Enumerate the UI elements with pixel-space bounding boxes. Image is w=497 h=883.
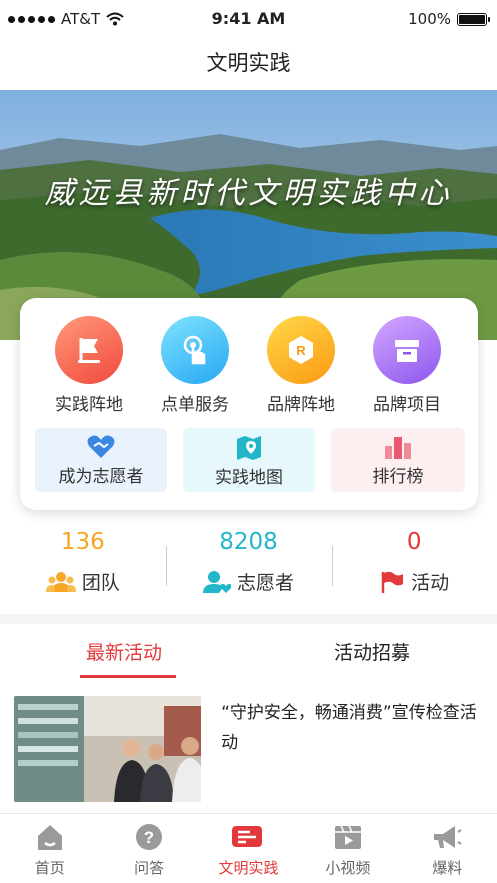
become-volunteer-button[interactable]: 成为志愿者 xyxy=(35,428,167,492)
tab-label: 首页 xyxy=(34,859,65,877)
tab-label: 问答 xyxy=(134,859,165,877)
tab-label: 爆料 xyxy=(432,859,463,877)
quick-item-order-service[interactable]: 点单服务 xyxy=(142,316,248,415)
battery-status: 100% xyxy=(408,10,490,28)
status-bar: AT&T 9:41 AM 100% xyxy=(0,0,497,40)
tab-label: 最新活动 xyxy=(85,642,162,664)
brand-badge-icon: R xyxy=(267,316,335,384)
ranking-button[interactable]: 排行榜 xyxy=(331,428,465,492)
quick-item-brand-base[interactable]: R 品牌阵地 xyxy=(248,316,354,415)
megaphone-icon xyxy=(434,826,462,848)
quick-item-brand-project[interactable]: 品牌项目 xyxy=(354,316,460,415)
article-title: “守护安全，畅通消费”宣传检查活动 xyxy=(221,703,477,753)
volunteer-icon xyxy=(203,570,231,593)
tab-short-video[interactable]: 小视频 xyxy=(298,814,397,883)
quick-item-practice-base[interactable]: 实践阵地 xyxy=(36,316,142,415)
tab-label: 文明实践 xyxy=(218,859,279,877)
section-separator xyxy=(0,614,497,624)
tab-label: 小视频 xyxy=(325,859,371,877)
stat-volunteers-label: 志愿者 xyxy=(237,572,295,594)
list-item[interactable]: “守护安全，畅通消费”宣传检查活动 xyxy=(14,696,484,804)
svg-text:R: R xyxy=(296,343,306,358)
heart-hands-icon xyxy=(87,435,115,458)
tab-qa[interactable]: ? 问答 xyxy=(99,814,198,883)
quick-grid: 实践阵地 点单服务 R 品牌阵地 品牌项目 xyxy=(20,316,478,415)
stats-row: 136 团队 8208 志愿者 0 活动 xyxy=(0,528,497,614)
become-volunteer-label: 成为志愿者 xyxy=(58,466,144,487)
tab-civilization-practice[interactable]: 文明实践 xyxy=(199,814,298,883)
practice-map-label: 实践地图 xyxy=(215,467,283,488)
question-icon: ? xyxy=(136,824,163,850)
bottom-tab-bar: 首页 ? 问答 文明实践 小视频 爆料 xyxy=(0,813,497,883)
red-flag-icon xyxy=(381,571,404,593)
tab-label: 活动招募 xyxy=(333,642,410,664)
stat-volunteers-value: 8208 xyxy=(219,529,278,555)
stat-teams[interactable]: 136 团队 xyxy=(0,528,166,614)
article-thumbnail xyxy=(14,696,202,802)
stat-activities-value: 0 xyxy=(406,529,422,555)
tab-activity-recruitment[interactable]: 活动招募 xyxy=(248,624,496,682)
box-icon xyxy=(373,316,441,384)
team-icon xyxy=(45,571,76,592)
tab-tip-off[interactable]: 爆料 xyxy=(398,814,497,883)
hero-banner-text: 威远县新时代文明实践中心 xyxy=(44,176,453,211)
practice-map-button[interactable]: 实践地图 xyxy=(183,428,315,492)
quick-item-label: 品牌阵地 xyxy=(267,395,335,415)
nav-bar: 文明实践 xyxy=(0,40,497,90)
stat-volunteers[interactable]: 8208 志愿者 xyxy=(166,528,332,614)
battery-icon xyxy=(457,12,490,26)
quick-item-label: 点单服务 xyxy=(161,395,229,415)
svg-text:?: ? xyxy=(144,828,154,847)
quick-row: 成为志愿者 实践地图 排行榜 xyxy=(35,428,465,492)
tab-latest-activities[interactable]: 最新活动 xyxy=(0,624,248,682)
home-icon xyxy=(37,825,62,850)
stat-teams-value: 136 xyxy=(60,529,105,555)
quick-access-card: 实践阵地 点单服务 R 品牌阵地 品牌项目 成为志愿者 实践地图 排行榜 xyxy=(20,298,478,510)
tab-home[interactable]: 首页 xyxy=(0,814,99,883)
ranking-label: 排行榜 xyxy=(372,466,424,487)
activity-tabs: 最新活动 活动招募 xyxy=(0,624,497,682)
video-icon xyxy=(334,825,361,849)
page-title: 文明实践 xyxy=(206,51,291,75)
stat-activities[interactable]: 0 活动 xyxy=(331,528,497,614)
stat-activities-label: 活动 xyxy=(411,572,450,594)
bar-chart-icon xyxy=(385,436,411,459)
flag-icon xyxy=(55,316,123,384)
map-icon xyxy=(237,435,261,460)
quick-item-label: 品牌项目 xyxy=(373,395,441,415)
tap-icon xyxy=(161,316,229,384)
battery-percent: 100% xyxy=(408,10,451,28)
stat-teams-label: 团队 xyxy=(81,572,120,594)
practice-flag-icon xyxy=(232,826,263,847)
tab-active-indicator xyxy=(80,675,176,678)
quick-item-label: 实践阵地 xyxy=(55,395,123,415)
